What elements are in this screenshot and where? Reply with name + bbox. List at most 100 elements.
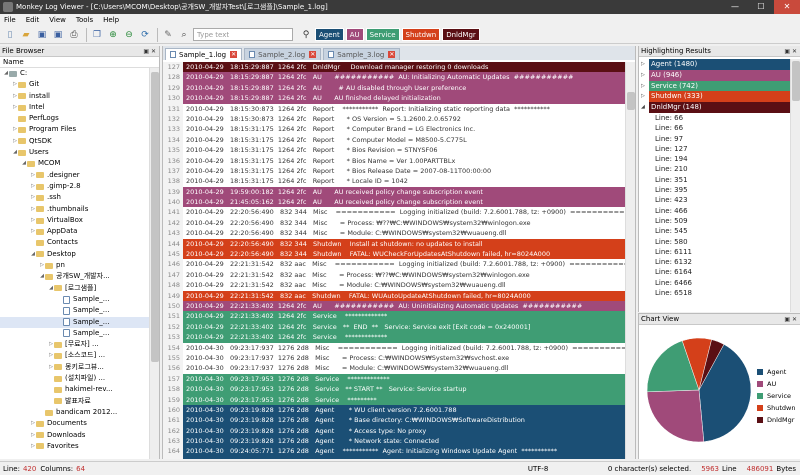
log-line[interactable]: 153 2010-04-29 22:21:33:402 1264 2fc Serv… <box>163 332 625 343</box>
log-line[interactable]: 160 2010-04-30 09:23:19:828 1276 2d8 Agen… <box>163 404 625 416</box>
tree-item[interactable]: 발표자료 <box>0 396 150 407</box>
expand-arrow-icon[interactable]: ▷ <box>641 81 649 92</box>
tree-item[interactable]: bandicam 2012... <box>0 407 150 418</box>
log-line[interactable]: 149 2010-04-29 22:21:31:542 832 aac Shutd… <box>163 290 625 301</box>
log-line[interactable]: 135 2010-04-29 18:15:31:175 1264 2fc Repo… <box>163 145 625 156</box>
badge-shutdwn[interactable]: Shutdwn <box>401 28 441 41</box>
tree-item[interactable]: ▷ QtSDK <box>0 136 150 147</box>
highlight-line-item[interactable]: Line: 395 <box>639 185 791 195</box>
tree-item[interactable]: ▷ [무료자] ... <box>0 339 150 350</box>
close-button[interactable]: ✕ <box>774 0 800 14</box>
collapse-arrow-icon[interactable]: ◢ <box>641 102 649 113</box>
log-line[interactable]: 142 2010-04-29 22:20:56:490 832 344 Misc … <box>163 217 625 229</box>
tree-item[interactable]: ▷ .designer <box>0 170 150 181</box>
tree-item[interactable]: ▷ install <box>0 91 150 102</box>
highlight-group[interactable]: ◢ DnldMgr (148) <box>639 102 791 113</box>
log-line[interactable]: 137 2010-04-29 18:15:31:175 1264 2fc Repo… <box>163 165 625 177</box>
log-line[interactable]: 158 2010-04-30 09:23:17:953 1276 2d8 Serv… <box>163 384 625 395</box>
log-line[interactable]: 155 2010-04-30 09:23:17:937 1276 2d8 Misc… <box>163 352 625 364</box>
highlight-line-item[interactable]: Line: 6518 <box>639 288 791 298</box>
highlight-line-item[interactable]: Line: 194 <box>639 154 791 164</box>
tab-sample-3[interactable]: Sample_3.log ✕ <box>323 48 401 60</box>
tree-item[interactable]: ◢ 공개SW_개발자... <box>0 271 150 282</box>
highlight-line-item[interactable]: Line: 509 <box>639 216 791 226</box>
minimize-button[interactable]: — <box>722 0 748 14</box>
log-line[interactable]: 143 2010-04-29 22:20:56:490 832 344 Misc … <box>163 228 625 239</box>
log-line[interactable]: 141 2010-04-29 22:20:56:490 832 344 Misc … <box>163 207 625 218</box>
log-line[interactable]: 161 2010-04-30 09:23:19:828 1276 2d8 Agen… <box>163 415 625 426</box>
save-as-icon[interactable]: ▣ <box>51 28 65 42</box>
status-encoding[interactable]: UTF-8 <box>528 465 588 473</box>
tree-item[interactable]: Sample_... <box>0 328 150 339</box>
log-line[interactable]: 139 2010-04-29 19:59:00:182 1264 2fc AU A… <box>163 186 625 198</box>
menu-edit[interactable]: Edit <box>26 16 40 24</box>
log-line[interactable]: 159 2010-04-30 09:23:17:953 1276 2d8 Serv… <box>163 394 625 405</box>
scrollbar-thumb[interactable] <box>792 61 800 101</box>
menu-tools[interactable]: Tools <box>76 16 93 24</box>
log-line[interactable]: 134 2010-04-29 18:15:31:175 1264 2fc Repo… <box>163 134 625 146</box>
highlight-line-item[interactable]: Line: 66 <box>639 113 791 123</box>
tree-item[interactable]: ◢ MCOM <box>0 158 150 169</box>
tree-item[interactable]: Sample_... <box>0 316 150 328</box>
zoom-out-icon[interactable]: ⊖ <box>122 28 136 42</box>
tab-close-icon[interactable]: ✕ <box>230 51 238 58</box>
zoom-in-icon[interactable]: ⊕ <box>106 28 120 42</box>
highlight-line-item[interactable]: Line: 6132 <box>639 257 791 267</box>
tree-item[interactable]: (설치파일) ... <box>0 373 150 384</box>
highlight-line-item[interactable]: Line: 6111 <box>639 247 791 257</box>
log-line[interactable]: 148 2010-04-29 22:21:31:542 832 aac Misc … <box>163 280 625 291</box>
tree-item[interactable]: ◢ [로그샘플] <box>0 283 150 294</box>
tab-close-icon[interactable]: ✕ <box>309 51 317 58</box>
log-line[interactable]: 138 2010-04-29 18:15:31:175 1264 2fc Repo… <box>163 176 625 187</box>
tree-item[interactable]: Sample_... <box>0 305 150 316</box>
tree-item[interactable]: ▷ 몽키로그뷰... <box>0 362 150 373</box>
log-line[interactable]: 157 2010-04-30 09:23:17:953 1276 2d8 Serv… <box>163 373 625 385</box>
scrollbar-thumb[interactable] <box>151 72 159 362</box>
save-icon[interactable]: ▣ <box>35 28 49 42</box>
log-line[interactable]: 140 2010-04-29 21:45:05:162 1264 2fc AU A… <box>163 197 625 208</box>
open-folder-icon[interactable]: ▰ <box>19 28 33 42</box>
log-line[interactable]: 156 2010-04-30 09:23:17:937 1276 2d8 Misc… <box>163 363 625 374</box>
tree-item[interactable]: PerfLogs <box>0 113 150 124</box>
log-line[interactable]: 129 2010-04-29 18:15:29:887 1264 2fc AU #… <box>163 82 625 94</box>
panel-close-icon[interactable]: ▣ ✕ <box>784 316 800 323</box>
highlight-group[interactable]: ▷ Agent (1480) <box>639 59 791 70</box>
tree-item[interactable]: ▷ Documents <box>0 418 150 429</box>
highlight-line-item[interactable]: Line: 127 <box>639 144 791 154</box>
log-line[interactable]: 127 2010-04-29 18:15:29:887 1264 2fc Dnld… <box>163 62 625 73</box>
log-line[interactable]: 150 2010-04-29 22:21:33:402 1264 2fc AU #… <box>163 300 625 312</box>
print-icon[interactable]: ⎙ <box>67 28 81 42</box>
binoculars-icon[interactable]: ⚲ <box>299 28 313 42</box>
highlight-line-item[interactable]: Line: 210 <box>639 164 791 174</box>
tab-sample-2[interactable]: Sample_2.log ✕ <box>244 48 322 60</box>
highlight-line-item[interactable]: Line: 423 <box>639 195 791 205</box>
tree-item[interactable]: ▷ Git <box>0 79 150 90</box>
menu-help[interactable]: Help <box>103 16 119 24</box>
highlight-line-item[interactable]: Line: 97 <box>639 134 791 144</box>
tree-item[interactable]: ▷ [소스코드] ... <box>0 350 150 361</box>
expand-arrow-icon[interactable]: ▷ <box>641 70 649 81</box>
badge-agent[interactable]: Agent <box>315 28 344 41</box>
tree-item[interactable]: Contacts <box>0 237 150 248</box>
highlight-group[interactable]: ▷ Shutdwn (333) <box>639 91 791 103</box>
file-browser-scrollbar[interactable] <box>149 68 159 459</box>
tab-close-icon[interactable]: ✕ <box>388 51 396 58</box>
tree-item[interactable]: hakimel-rev... <box>0 384 150 395</box>
highlighting-scrollbar[interactable] <box>790 59 800 312</box>
highlight-line-item[interactable]: Line: 351 <box>639 175 791 185</box>
tree-item[interactable]: ▷ .ssh <box>0 192 150 203</box>
highlight-group[interactable]: ▷ Service (742) <box>639 80 791 92</box>
log-line[interactable]: 144 2010-04-29 22:20:56:490 832 344 Shutd… <box>163 238 625 250</box>
log-line[interactable]: 146 2010-04-29 22:21:31:542 832 aac Misc … <box>163 259 625 270</box>
log-line[interactable]: 151 2010-04-29 22:21:33:402 1264 2fc Serv… <box>163 311 625 322</box>
tree-item[interactable]: ▷ pn <box>0 260 150 271</box>
badge-service[interactable]: Service <box>365 28 400 41</box>
log-line[interactable]: 1652010-04-30 09:24:05:771 1276 2d8 Agen… <box>163 456 625 459</box>
new-file-icon[interactable]: ▯ <box>3 28 17 42</box>
badge-dnldmgr[interactable]: DnldMgr <box>442 28 480 41</box>
highlight-group[interactable]: ▷ AU (946) <box>639 69 791 81</box>
log-scrollbar[interactable] <box>625 62 635 459</box>
panel-close-icon[interactable]: ▣ ✕ <box>143 48 159 55</box>
scrollbar-thumb[interactable] <box>627 92 635 110</box>
tree-item[interactable]: ▷ Program Files <box>0 124 150 135</box>
